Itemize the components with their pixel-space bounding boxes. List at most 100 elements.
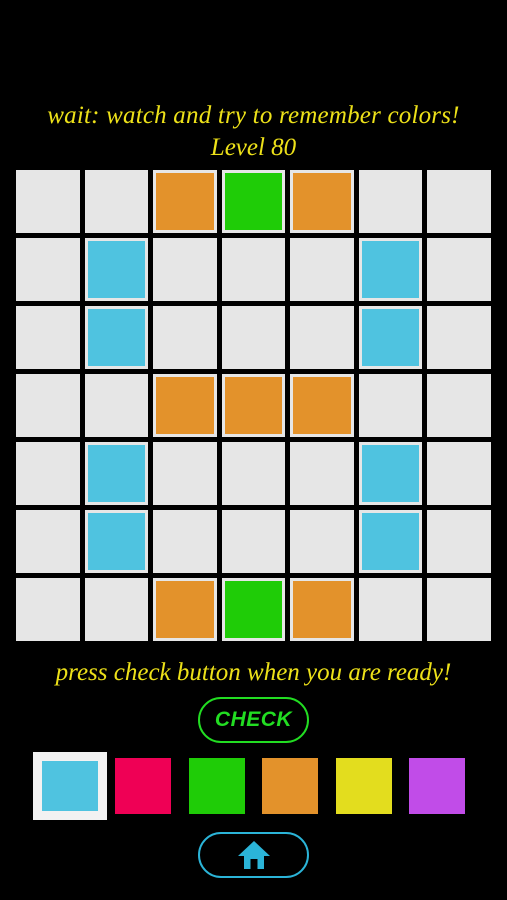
palette-swatch-yellow[interactable] [327,752,401,820]
grid-cell-fill [427,238,491,301]
grid-cell-fill [16,442,80,505]
palette-swatch-color [42,761,98,811]
grid-cell-fill [153,374,217,437]
grid-cell[interactable] [84,238,149,301]
check-button[interactable]: CHECK [198,697,309,743]
grid-cell-fill [221,578,286,641]
color-grid[interactable] [16,170,491,641]
grid-cell-fill [153,578,217,641]
grid-cell[interactable] [16,442,80,505]
grid-cell[interactable] [16,374,80,437]
header: wait: watch and try to remember colors! … [0,100,507,163]
grid-cell[interactable] [221,374,286,437]
palette-swatch-color [188,758,245,814]
grid-cell[interactable] [358,170,423,233]
grid-cell[interactable] [358,374,423,437]
grid-cell[interactable] [153,510,217,573]
grid-cell-fill [290,510,354,573]
palette-swatch-cyan[interactable] [33,752,107,820]
grid-cell[interactable] [221,170,286,233]
grid-cell[interactable] [84,374,149,437]
grid-cell-fill [16,510,80,573]
grid-cell-fill [290,306,354,369]
grid-cell[interactable] [221,306,286,369]
grid-cell-fill [84,306,149,369]
grid-cell-fill [358,374,423,437]
grid-cell-fill [16,578,80,641]
grid-cell[interactable] [84,442,149,505]
palette-swatch-green[interactable] [180,752,254,820]
grid-cell-fill [84,170,149,233]
grid-cell-fill [358,442,423,505]
grid-cell-fill [290,578,354,641]
grid-cell-fill [221,306,286,369]
level-label: Level 80 [210,134,297,161]
grid-cell-fill [358,578,423,641]
grid-cell[interactable] [290,238,354,301]
grid-cell[interactable] [84,578,149,641]
grid-cell[interactable] [221,510,286,573]
grid-cell[interactable] [427,238,491,301]
grid-cell-fill [84,510,149,573]
grid-cell[interactable] [153,374,217,437]
palette-swatch-purple[interactable] [401,752,475,820]
grid-cell[interactable] [290,578,354,641]
grid-cell[interactable] [358,442,423,505]
grid-cell-fill [221,510,286,573]
grid-cell[interactable] [290,442,354,505]
grid-cell[interactable] [358,306,423,369]
grid-cell-fill [427,306,491,369]
grid-cell[interactable] [358,578,423,641]
color-palette[interactable] [33,752,474,820]
grid-cell[interactable] [16,238,80,301]
grid-cell[interactable] [358,510,423,573]
palette-swatch-color [335,758,392,814]
grid-cell[interactable] [290,170,354,233]
grid-cell[interactable] [221,578,286,641]
home-button[interactable] [198,832,309,878]
grid-cell-fill [290,170,354,233]
grid-cell[interactable] [153,238,217,301]
grid-cell[interactable] [16,578,80,641]
grid-cell[interactable] [427,442,491,505]
grid-cell[interactable] [221,442,286,505]
grid-cell[interactable] [153,170,217,233]
grid-cell[interactable] [290,306,354,369]
grid-cell[interactable] [290,510,354,573]
grid-cell[interactable] [221,238,286,301]
grid-cell-fill [427,578,491,641]
home-icon [237,840,271,870]
grid-cell-fill [153,442,217,505]
grid-cell[interactable] [153,306,217,369]
grid-cell[interactable] [16,510,80,573]
grid-cell[interactable] [84,170,149,233]
grid-cell[interactable] [427,578,491,641]
grid-cell[interactable] [358,238,423,301]
grid-cell[interactable] [427,510,491,573]
grid-cell[interactable] [16,306,80,369]
grid-cell[interactable] [16,170,80,233]
grid-cell-fill [290,442,354,505]
grid-cell[interactable] [427,170,491,233]
grid-cell-fill [358,306,423,369]
grid-cell-fill [84,374,149,437]
check-button-label: CHECK [214,708,293,731]
grid-cell[interactable] [153,578,217,641]
palette-swatch-orange[interactable] [254,752,328,820]
instruction-text: press check button when you are ready! [55,659,452,686]
grid-cell[interactable] [84,510,149,573]
grid-cell-fill [221,238,286,301]
grid-cell[interactable] [427,374,491,437]
grid-cell[interactable] [153,442,217,505]
grid-cell[interactable] [427,306,491,369]
grid-cell-fill [358,238,423,301]
palette-swatch-color [115,758,172,814]
grid-cell-fill [427,442,491,505]
grid-cell[interactable] [290,374,354,437]
grid-cell-fill [290,238,354,301]
grid-cell-fill [84,578,149,641]
grid-cell-fill [153,238,217,301]
palette-swatch-pink[interactable] [107,752,181,820]
grid-cell[interactable] [84,306,149,369]
palette-swatch-color [262,758,319,814]
